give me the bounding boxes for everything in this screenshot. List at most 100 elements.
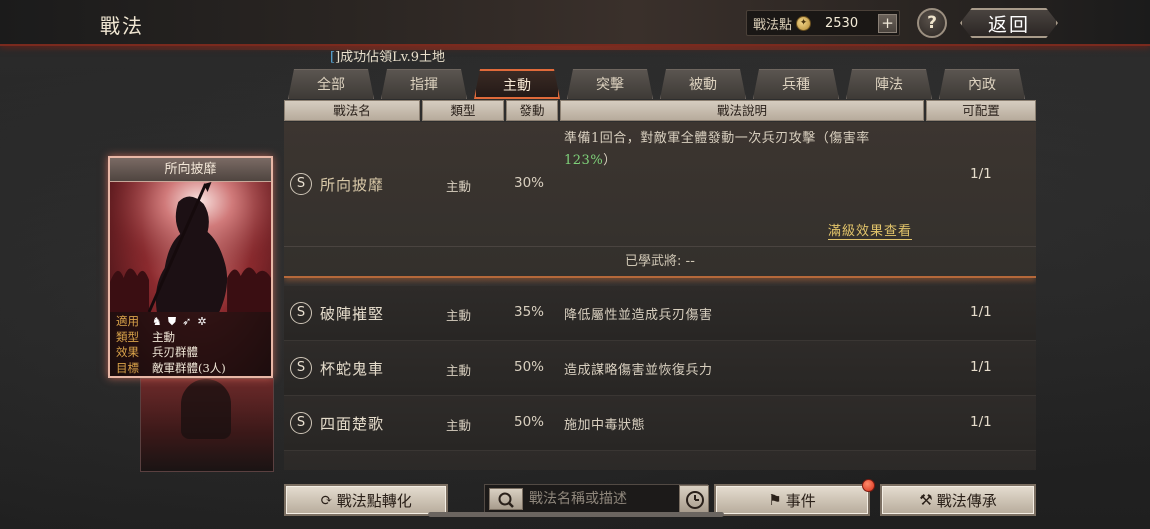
tactic-rate: 35% <box>514 304 545 320</box>
tactic-count: 1/1 <box>970 304 992 320</box>
tactic-description-end: ） <box>603 153 617 168</box>
search-icon <box>498 492 514 508</box>
tactic-count: 1/1 <box>970 166 992 182</box>
column-header-kind[interactable]: 類型 <box>422 100 504 121</box>
convert-points-label: 戰法點轉化 <box>336 491 412 510</box>
card-back <box>140 378 274 472</box>
notice-ticker: []成功佔領Lv.9土地 <box>330 46 445 65</box>
card-info-key: 目標 <box>116 360 139 375</box>
events-label: 事件 <box>785 491 816 510</box>
convert-icon: ⟳ <box>320 491 333 509</box>
tactic-name: 四面楚歌 <box>320 415 385 433</box>
add-points-button[interactable]: + <box>878 14 897 33</box>
tactic-tabs: 全部 指揮 主動 突擊 被動 兵種 陣法 內政 <box>288 69 1028 99</box>
card-info-target: 目標 敵軍群體(3人) <box>116 361 265 377</box>
spear-icon: ➶ <box>182 315 192 328</box>
search-button[interactable] <box>489 488 523 510</box>
tab-passive[interactable]: 被動 <box>660 69 746 99</box>
events-button[interactable]: ⚑ 事件 <box>714 484 870 516</box>
tactic-row-partial[interactable] <box>284 451 1036 470</box>
tactic-name: 杯蛇鬼車 <box>320 360 385 378</box>
tactic-row-selected[interactable]: S 所向披靡 主動 30% 準備1回合，對敵軍全體發動一次兵刃攻擊（傷害率 123… <box>284 122 1036 278</box>
tactic-description: 降低屬性並造成兵刃傷害 <box>564 308 713 323</box>
horse-icon: ♞ <box>152 315 162 328</box>
tactic-inherit-label: 戰法傳承 <box>936 491 997 510</box>
grade-badge: S <box>290 302 312 324</box>
tactic-kind: 主動 <box>446 418 472 433</box>
damage-rate-highlight: 123% <box>564 153 604 168</box>
max-level-effect-link[interactable]: 滿級效果查看 <box>828 220 913 240</box>
tactic-description-text: 準備1回合，對敵軍全體發動一次兵刃攻擊（傷害率 <box>564 131 870 146</box>
card-artwork <box>110 182 271 312</box>
hammer-icon: ⚒ <box>919 491 933 509</box>
tab-active[interactable]: 主動 <box>474 69 560 99</box>
tactic-kind: 主動 <box>446 308 472 323</box>
tactic-kind: 主動 <box>446 179 472 194</box>
column-header-description: 戰法說明 <box>560 100 924 121</box>
back-button-label: 返回 <box>987 13 1030 36</box>
tactic-description: 造成謀略傷害並恢復兵力 <box>564 363 713 378</box>
tab-troop-type[interactable]: 兵種 <box>753 69 839 99</box>
tactic-points-label: 戰法點 <box>753 17 793 33</box>
tactic-rate: 50% <box>514 414 545 430</box>
convert-points-button[interactable]: ⟳ 戰法點轉化 <box>284 484 448 516</box>
card-info-value: 主動 <box>152 329 175 344</box>
grade-badge: S <box>290 412 312 434</box>
tactic-rate: 50% <box>514 359 545 375</box>
page-title: 戰法 <box>100 14 144 38</box>
wheel-icon: ✲ <box>197 315 207 328</box>
tactic-points-display: 戰法點 ✦ 2530 + <box>746 10 900 36</box>
tactic-inherit-button[interactable]: ⚒ 戰法傳承 <box>880 484 1036 516</box>
card-info-key: 類型 <box>116 329 139 344</box>
notification-dot-icon <box>862 479 875 492</box>
tactic-name: 破陣摧堅 <box>320 305 385 323</box>
tactic-rate: 30% <box>514 175 545 191</box>
tactic-description: 施加中毒狀態 <box>564 418 646 433</box>
column-header-name[interactable]: 戰法名 <box>284 100 420 121</box>
search-bar <box>484 484 709 514</box>
card-info-applicable: 適用 ♞ ⛊ ➶ ✲ <box>116 314 265 330</box>
grade-badge: S <box>290 173 312 195</box>
home-indicator <box>428 512 724 517</box>
column-header-rate[interactable]: 發動 <box>506 100 558 121</box>
card-info-key: 效果 <box>116 345 139 359</box>
card-info-key: 適用 <box>116 314 139 328</box>
card-info-value: 敵軍群體(3人) <box>152 360 226 375</box>
card-info-effect: 效果 兵刃群體 <box>116 345 265 361</box>
card-title: 所向披靡 <box>110 158 271 182</box>
tab-formation[interactable]: 陣法 <box>846 69 932 99</box>
clock-icon <box>686 491 704 509</box>
tactic-list[interactable]: S 所向披靡 主動 30% 準備1回合，對敵軍全體發動一次兵刃攻擊（傷害率 123… <box>284 122 1036 470</box>
tab-internal-affairs[interactable]: 內政 <box>939 69 1025 99</box>
tactic-count: 1/1 <box>970 359 992 375</box>
tactic-row[interactable]: S 破陣摧堅 主動 35% 降低屬性並造成兵刃傷害 1/1 <box>284 286 1036 341</box>
learned-generals: 已學武將: -- <box>284 246 1036 276</box>
tactic-points-value: 2530 <box>825 15 859 31</box>
tab-command[interactable]: 指揮 <box>381 69 467 99</box>
tactic-name: 所向披靡 <box>320 176 385 194</box>
unit-type-icons: ♞ ⛊ ➶ ✲ <box>152 314 207 330</box>
tab-assault[interactable]: 突擊 <box>567 69 653 99</box>
tactic-kind: 主動 <box>446 363 472 378</box>
back-button[interactable]: 返回 <box>960 8 1058 38</box>
tactic-row[interactable]: S 四面楚歌 主動 50% 施加中毒狀態 1/1 <box>284 396 1036 451</box>
card-info-value: 兵刃群體 <box>152 345 198 359</box>
column-header-count[interactable]: 可配置 <box>926 100 1036 121</box>
tactic-description: 準備1回合，對敵軍全體發動一次兵刃攻擊（傷害率 123%） <box>564 128 919 172</box>
grade-badge: S <box>290 357 312 379</box>
tactic-count: 1/1 <box>970 414 992 430</box>
coin-icon: ✦ <box>796 15 812 31</box>
tab-all[interactable]: 全部 <box>288 69 374 99</box>
card-info-panel: 適用 ♞ ⛊ ➶ ✲ 類型 主動 效果 兵刃群體 目標 敵軍群體(3人) <box>110 312 271 376</box>
shield-icon: ⛊ <box>167 315 177 328</box>
tactic-card[interactable]: 所向披靡 適用 ♞ ⛊ ➶ ✲ 類型 主動 效果 兵刃群體 目標 敵軍群體(3人… <box>108 156 273 378</box>
events-icon: ⚑ <box>768 491 782 509</box>
search-input[interactable] <box>529 488 669 510</box>
help-button[interactable]: ? <box>917 8 947 38</box>
top-bar: 戰法 戰法點 ✦ 2530 + ? 返回 <box>0 0 1150 50</box>
notice-text: ]成功佔領Lv.9土地 <box>335 50 445 65</box>
history-button[interactable] <box>679 485 709 513</box>
tactic-row[interactable]: S 杯蛇鬼車 主動 50% 造成謀略傷害並恢復兵力 1/1 <box>284 341 1036 396</box>
card-back-silhouette <box>181 379 231 439</box>
card-info-type: 類型 主動 <box>116 330 265 346</box>
